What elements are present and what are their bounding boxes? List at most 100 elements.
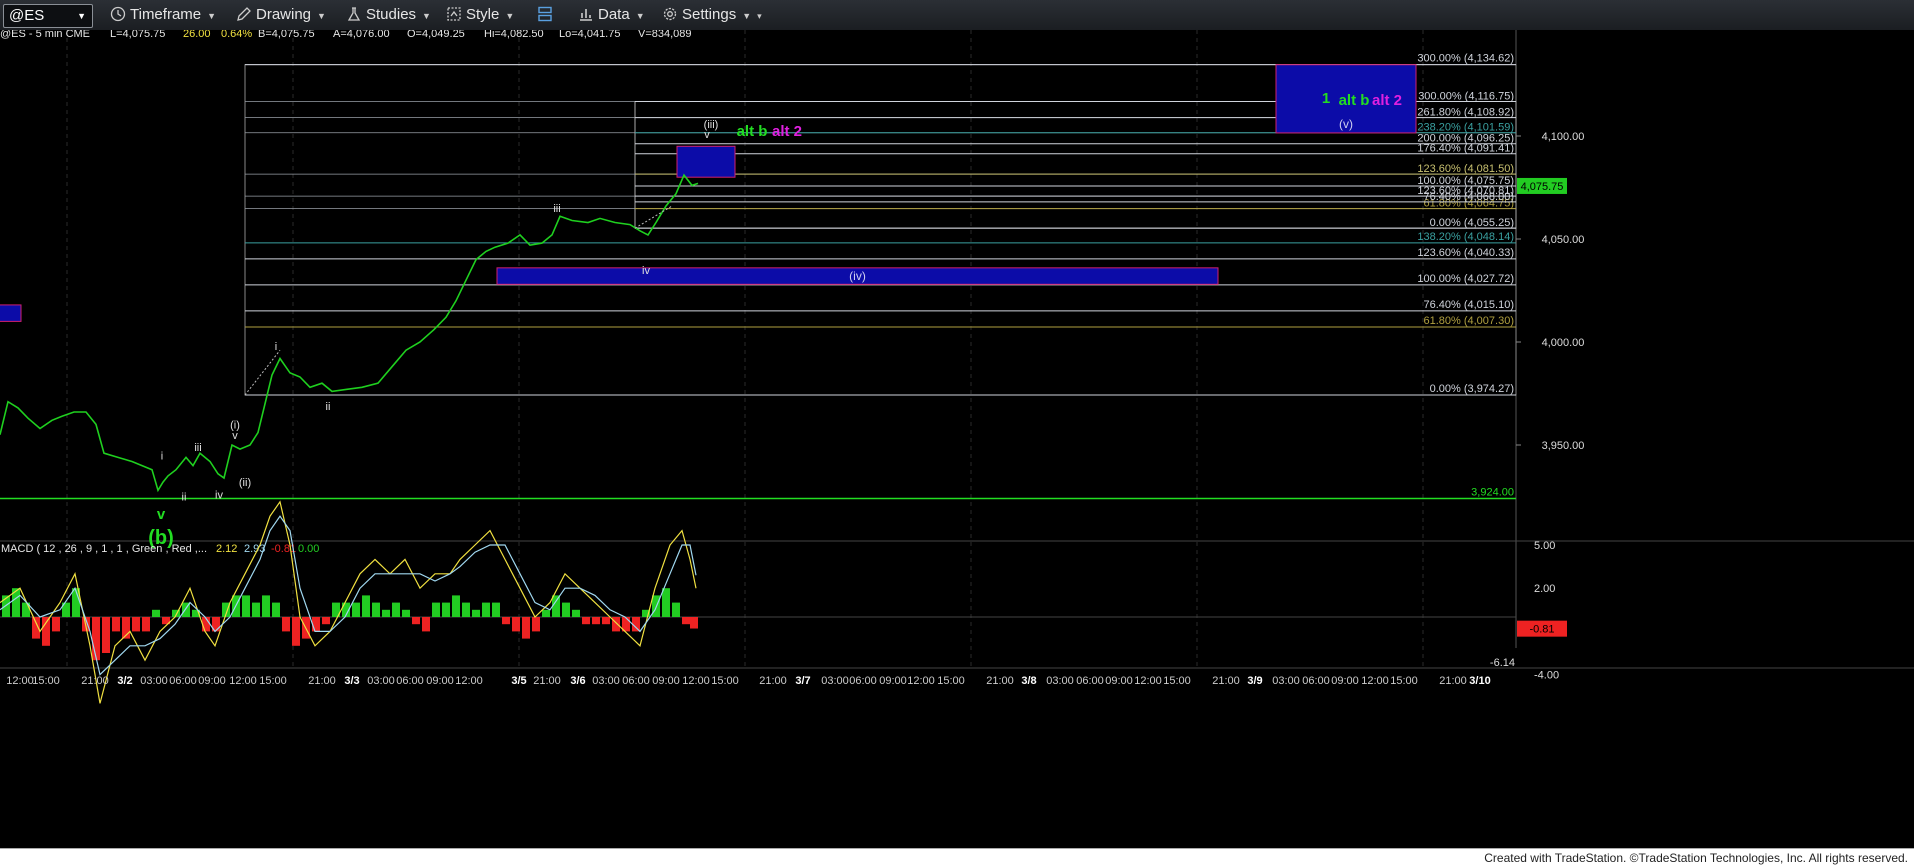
macd-histogram-bar (582, 617, 590, 625)
copyright-text: Created with TradeStation. ©TradeStation… (1484, 851, 1908, 865)
time-tick-label: 06:00 (169, 675, 197, 687)
time-tick-label: 15:00 (937, 675, 965, 687)
caret-down-icon: ▼ (317, 11, 326, 21)
macd-histogram-bar (392, 602, 400, 617)
time-tick-label: 06:00 (622, 675, 650, 687)
date-tick-label: 3/2 (117, 675, 132, 687)
header-change: 26.00 (183, 30, 211, 40)
macd-histogram-bar (92, 617, 100, 661)
fib-left-label: 76.40% (4,015.10) (1423, 299, 1514, 311)
wave-label: i (275, 341, 277, 353)
macd-title: MACD ( 12 , 26 , 9 , 1 , 1 , Green , Red… (1, 543, 207, 555)
header-low: Lo=4,041.75 (559, 30, 620, 40)
wave-label: alt b (737, 123, 768, 140)
clock-icon (110, 6, 126, 22)
layout-icon (538, 6, 552, 22)
fib-right-label: 300.00% (4,116.75) (1418, 90, 1514, 102)
time-tick-label: 15:00 (711, 675, 739, 687)
fib-left-label: 138.20% (4,048.14) (1417, 231, 1514, 243)
style-menu[interactable]: Style ▼ (446, 5, 514, 25)
time-tick-label: 12:00 (1361, 675, 1389, 687)
time-tick-label: 21:00 (1439, 675, 1467, 687)
fib-left-label: 61.80% (4,007.30) (1423, 315, 1514, 327)
timeframe-label: Timeframe (130, 6, 202, 23)
time-tick-label: 06:00 (396, 675, 424, 687)
drawing-menu[interactable]: Drawing ▼ (236, 5, 326, 25)
time-tick-label: 12:00 (229, 675, 257, 687)
date-tick-label: 3/8 (1021, 675, 1036, 687)
macd-histogram-bar (242, 595, 250, 617)
macd-histogram-bar (512, 617, 520, 632)
macd-histogram-bar (662, 588, 670, 617)
layout-toggle[interactable] (537, 5, 557, 25)
macd-histogram-bar (152, 609, 160, 617)
date-tick-label: 3/5 (511, 675, 526, 687)
wave-label: v (157, 506, 166, 523)
macd-histogram-bar (282, 617, 290, 632)
macd-histogram-bar (312, 617, 320, 632)
chart-canvas[interactable]: @ES - 5 min CME L=4,075.75 26.00 0.64% B=4,0… (0, 30, 1914, 848)
time-tick-label: 06:00 (1302, 675, 1330, 687)
macd-histogram-bar (682, 617, 690, 625)
macd-histogram-bar (362, 595, 370, 617)
timeframe-menu[interactable]: Timeframe ▼ (110, 5, 216, 25)
macd-histogram-bar (522, 617, 530, 639)
time-tick-label: 12:00 (455, 675, 483, 687)
wave-label: alt b (1339, 92, 1370, 109)
time-tick-label: 21:00 (533, 675, 561, 687)
date-tick-label: 3/7 (795, 675, 810, 687)
studies-menu[interactable]: Studies ▼ (346, 5, 431, 25)
header-last: L=4,075.75 (110, 30, 165, 40)
chevron-down-icon: ▼ (77, 11, 86, 21)
macd-last-label: -0.81 (1529, 624, 1554, 636)
time-tick-label: 21:00 (81, 675, 109, 687)
time-tick-label: 09:00 (879, 675, 907, 687)
last-price-label: 4,075.75 (1521, 181, 1564, 193)
caret-down-icon: ▼ (635, 11, 645, 21)
wave-v-box-label: (v) (1339, 117, 1353, 131)
macd-histogram-bar (292, 617, 300, 646)
macd-histogram-bar (690, 617, 698, 629)
settings-label: Settings (682, 6, 737, 23)
fib-right-label: 123.60% (4,081.50) (1417, 163, 1514, 175)
symbol-value: @ES (9, 7, 45, 24)
pencil-icon (237, 7, 251, 21)
macd-histogram-bar (142, 617, 150, 632)
caret-down-icon: ▼ (505, 11, 515, 21)
bar-chart-icon (580, 9, 592, 21)
macd-histogram-bar (502, 617, 510, 625)
macd-histogram-bar (572, 609, 580, 617)
time-tick-label: 03:00 (367, 675, 395, 687)
time-tick-label: 21:00 (986, 675, 1014, 687)
time-tick-label: 03:00 (592, 675, 620, 687)
macd-histogram-bar (432, 602, 440, 617)
fib-right-label: 100.00% (4,075.75) (1417, 175, 1514, 187)
time-tick-label: 09:00 (652, 675, 680, 687)
macd-axis-label: -4.00 (1534, 670, 1559, 682)
wave-label: ii (326, 401, 331, 413)
chart-background (0, 30, 1914, 848)
wave-label: alt 2 (772, 123, 802, 140)
time-tick-label: 03:00 (140, 675, 168, 687)
macd-histogram-bar (542, 609, 550, 617)
flask-icon (347, 7, 361, 21)
settings-menu[interactable]: Settings ▼ ▾ (662, 5, 762, 25)
time-tick-label: 12:00 (6, 675, 34, 687)
date-tick-label: 3/3 (344, 675, 359, 687)
data-menu[interactable]: Data ▼ (578, 5, 645, 25)
macd-histogram-bar (492, 602, 500, 617)
wave-label: iv (215, 490, 223, 502)
header-pct: 0.64% (221, 30, 252, 40)
macd-histogram-bar (42, 617, 50, 646)
symbol-selector[interactable]: @ES ▼ (3, 4, 93, 28)
wave-label: i (161, 450, 163, 462)
time-tick-label: 15:00 (1390, 675, 1418, 687)
date-tick-label: 3/6 (570, 675, 585, 687)
wave-iv-box-label: (iv) (849, 269, 866, 283)
macd-histogram-bar (412, 617, 420, 625)
macd-histogram-bar (672, 602, 680, 617)
caret-down-icon: ▼ (422, 11, 431, 21)
macd-readout: 2.12 (216, 543, 237, 555)
fib-left-label: 0.00% (3,974.27) (1430, 383, 1514, 395)
wave-iii-box (676, 145, 736, 178)
